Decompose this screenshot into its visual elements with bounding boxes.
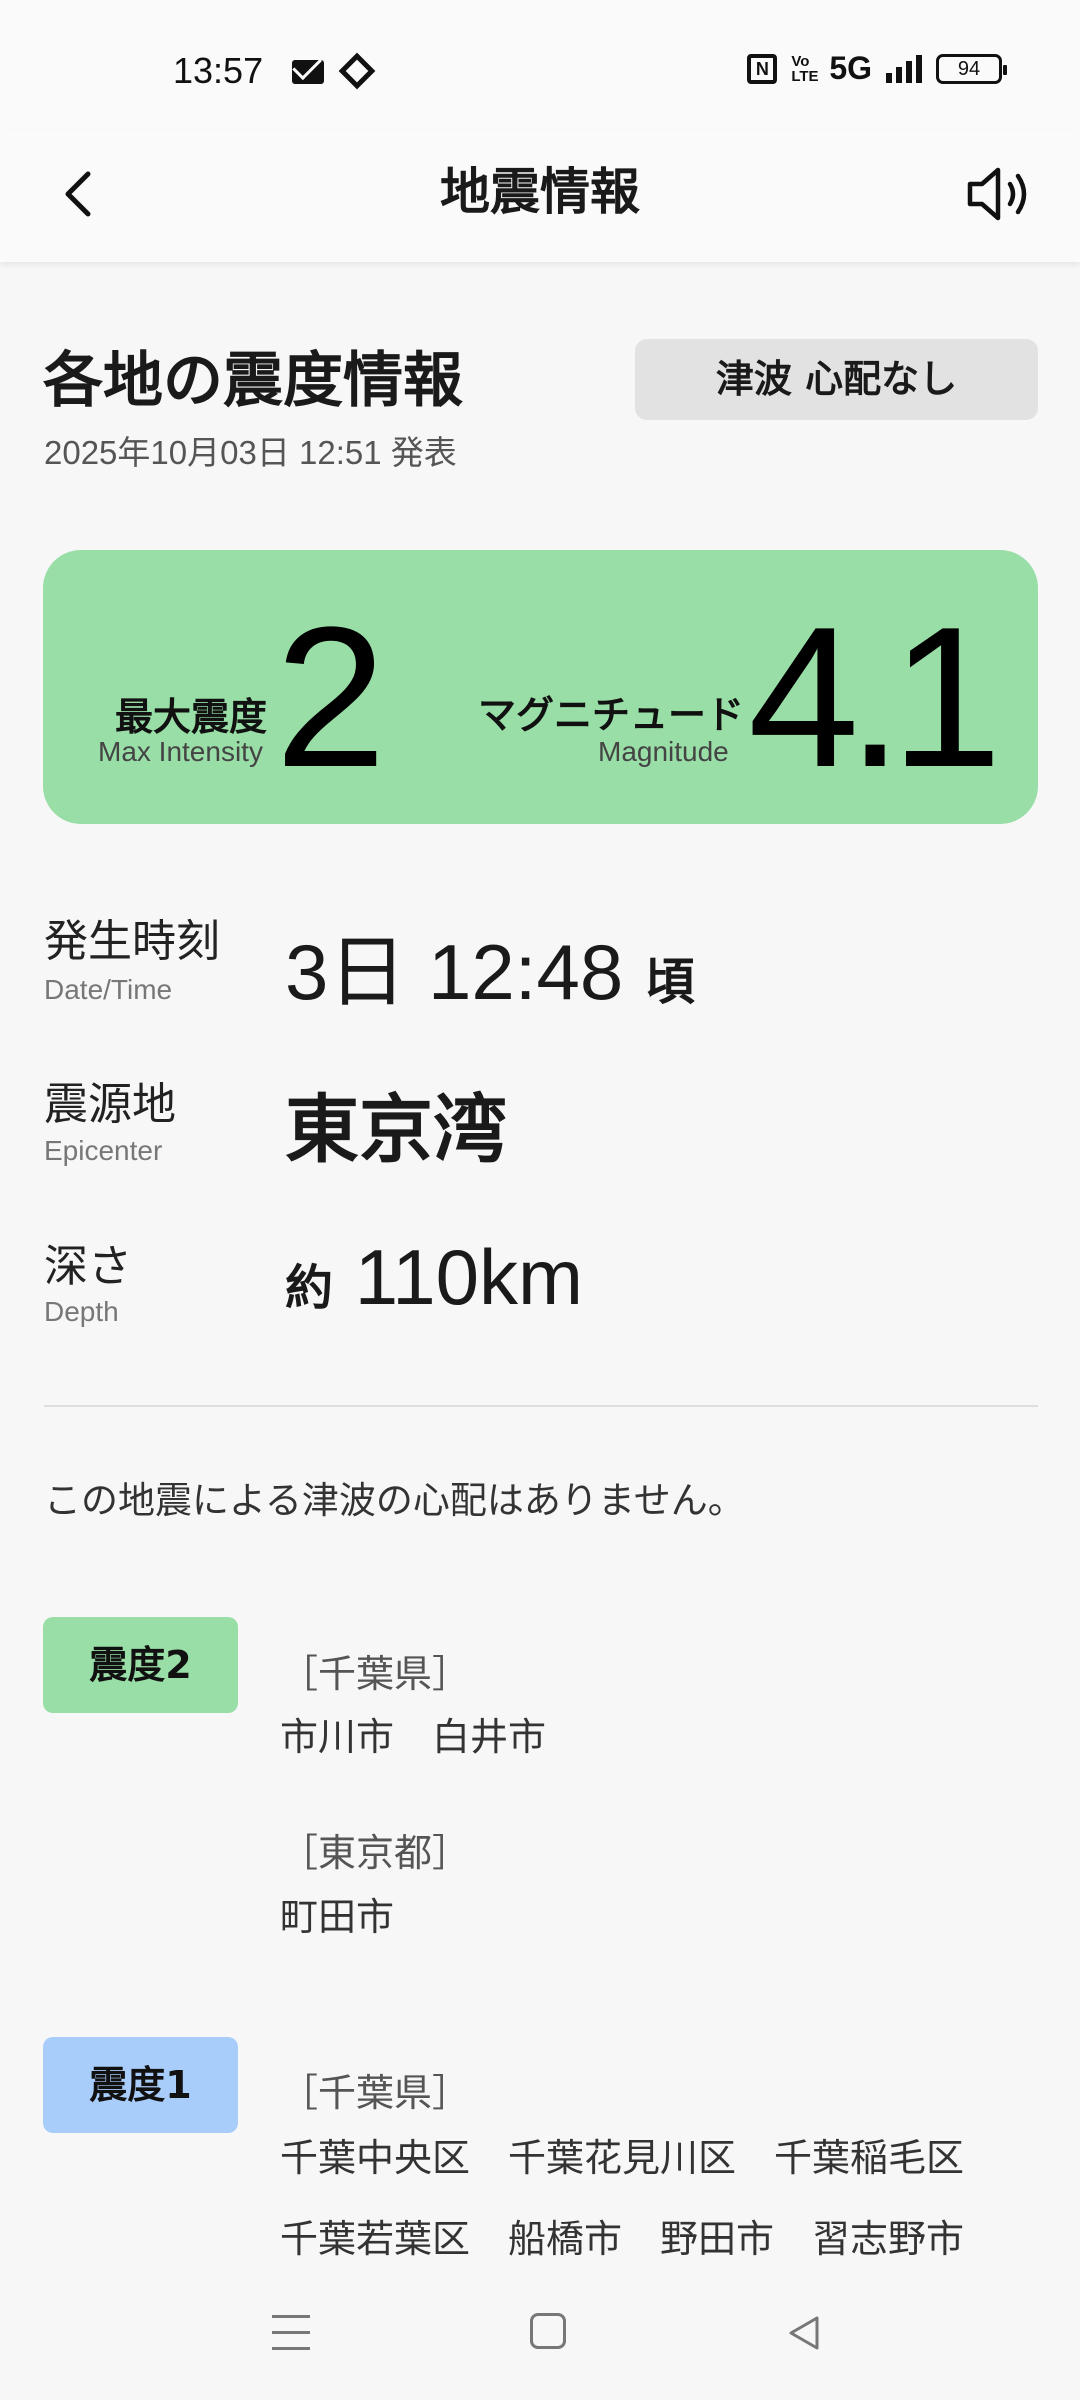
diamond-icon: [338, 52, 376, 90]
tsunami-status-badge: 津波 心配なし: [635, 339, 1038, 420]
city-name: 白井市: [432, 1715, 547, 1759]
depth-label-en: Depth: [44, 1296, 119, 1327]
app-bar: 地震情報: [0, 130, 1080, 262]
status-bar: 13:57 N Vo LTE 5G 94: [0, 0, 1080, 130]
home-icon[interactable]: [530, 2313, 566, 2349]
city-list: 千葉中央区 千葉花見川区 千葉稲毛区: [280, 2127, 964, 2182]
city-name: 千葉若葉区: [280, 2217, 471, 2261]
city-list: 千葉若葉区 船橋市 野田市 習志野市: [280, 2208, 964, 2263]
prefecture-label: ［東京都］: [280, 1831, 471, 1875]
city-list: 町田市: [280, 1886, 394, 1941]
epicenter-label-en: Epicenter: [44, 1135, 163, 1166]
max-intensity-label-en: Max Intensity: [98, 736, 263, 767]
city-name: 千葉花見川区: [508, 2136, 737, 2180]
summary-card: 最大震度 Max Intensity 2 マグニチュード Magnitude 4…: [43, 550, 1038, 824]
depth-label: 深さ: [44, 1241, 132, 1292]
battery-icon: 94: [936, 53, 1007, 84]
city-name: 野田市: [660, 2217, 775, 2261]
back-triangle-icon[interactable]: [785, 2313, 825, 2353]
intensity-badge-1: 震度1: [43, 2037, 238, 2133]
section-title: 各地の震度情報: [43, 346, 463, 416]
datetime-value: 3日 12:48 頃: [285, 910, 695, 1022]
prefecture-label: ［千葉県］: [280, 2071, 471, 2115]
datetime-suffix: 頃: [644, 953, 695, 1011]
datetime-text: 3日 12:48: [285, 928, 624, 1016]
depth-value: 約 110km: [285, 1232, 583, 1323]
epicenter-label: 震源地: [44, 1079, 176, 1130]
depth-prefix: 約: [285, 1260, 334, 1316]
nfc-icon: N: [747, 53, 778, 84]
max-intensity-label: 最大震度: [115, 695, 268, 739]
intensity-badge-2: 震度2: [43, 1617, 238, 1713]
city-name: 千葉稲毛区: [774, 2136, 965, 2180]
city-name: 千葉中央区: [280, 2136, 471, 2180]
volte-icon: Vo LTE: [791, 52, 819, 85]
signal-icon: [886, 54, 922, 83]
system-nav-bar: [0, 2285, 1080, 2400]
magnitude-label: マグニチュード: [478, 693, 745, 737]
datetime-label: 発生時刻: [44, 916, 220, 967]
epicenter-value: 東京湾: [285, 1087, 507, 1173]
city-name: 市川市: [280, 1715, 395, 1759]
sound-button[interactable]: [958, 154, 1042, 234]
mail-icon: [292, 60, 324, 84]
max-intensity-value: 2: [275, 586, 387, 809]
page-title: 地震情報: [440, 163, 640, 221]
city-name: 町田市: [280, 1895, 395, 1939]
status-time: 13:57: [173, 50, 264, 91]
divider: [44, 1405, 1038, 1407]
network-type: 5G: [829, 50, 872, 86]
datetime-label-en: Date/Time: [44, 974, 173, 1005]
prefecture-label: ［千葉県］: [280, 1652, 471, 1696]
speaker-icon: [967, 167, 1027, 221]
magnitude-value: 4.1: [748, 586, 1002, 809]
depth-text: 110km: [354, 1233, 584, 1321]
menu-icon[interactable]: [272, 2315, 310, 2351]
tsunami-notice: この地震による津波の心配はありません。: [44, 1479, 745, 1522]
city-list: 市川市 白井市: [280, 1706, 546, 1761]
city-name: 習志野市: [812, 2217, 965, 2261]
city-name: 船橋市: [508, 2217, 623, 2261]
status-icons: N Vo LTE 5G 94: [747, 50, 1007, 87]
magnitude-label-en: Magnitude: [598, 736, 729, 767]
announce-time: 2025年10月03日 12:51 発表: [44, 434, 457, 471]
